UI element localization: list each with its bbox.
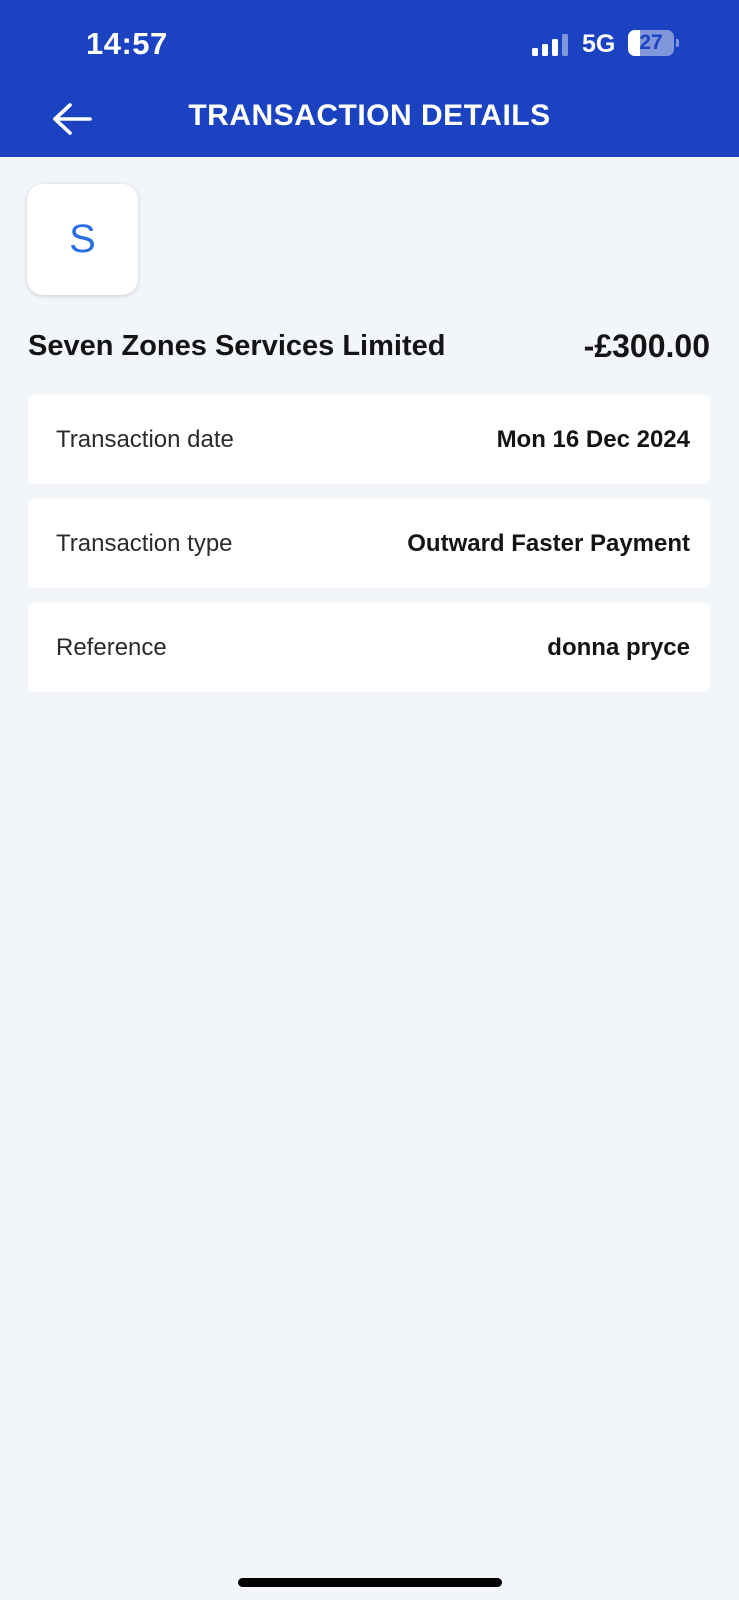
- app-header: 14:57 5G 27 TRANSACTION DETAILS: [0, 0, 739, 157]
- detail-row-date: Transaction date Mon 16 Dec 2024: [28, 395, 710, 484]
- status-time: 14:57: [86, 26, 168, 61]
- battery-percentage: 27: [639, 31, 663, 54]
- payee-name: Seven Zones Services Limited: [28, 330, 446, 362]
- payee-avatar: S: [27, 184, 138, 295]
- battery-icon: 27: [628, 30, 679, 56]
- detail-value: Mon 16 Dec 2024: [496, 426, 690, 453]
- detail-label: Transaction type: [56, 530, 233, 557]
- detail-value: Outward Faster Payment: [407, 530, 690, 557]
- detail-row-reference: Reference donna pryce: [28, 603, 710, 692]
- detail-label: Reference: [56, 634, 167, 661]
- page-title: TRANSACTION DETAILS: [188, 99, 551, 132]
- detail-label: Transaction date: [56, 426, 234, 453]
- detail-row-type: Transaction type Outward Faster Payment: [28, 499, 710, 588]
- network-type: 5G: [582, 30, 616, 58]
- transaction-amount: -£300.00: [583, 328, 710, 364]
- home-indicator[interactable]: [238, 1578, 502, 1587]
- signal-strength-icon: [532, 34, 568, 56]
- detail-value: donna pryce: [547, 634, 690, 661]
